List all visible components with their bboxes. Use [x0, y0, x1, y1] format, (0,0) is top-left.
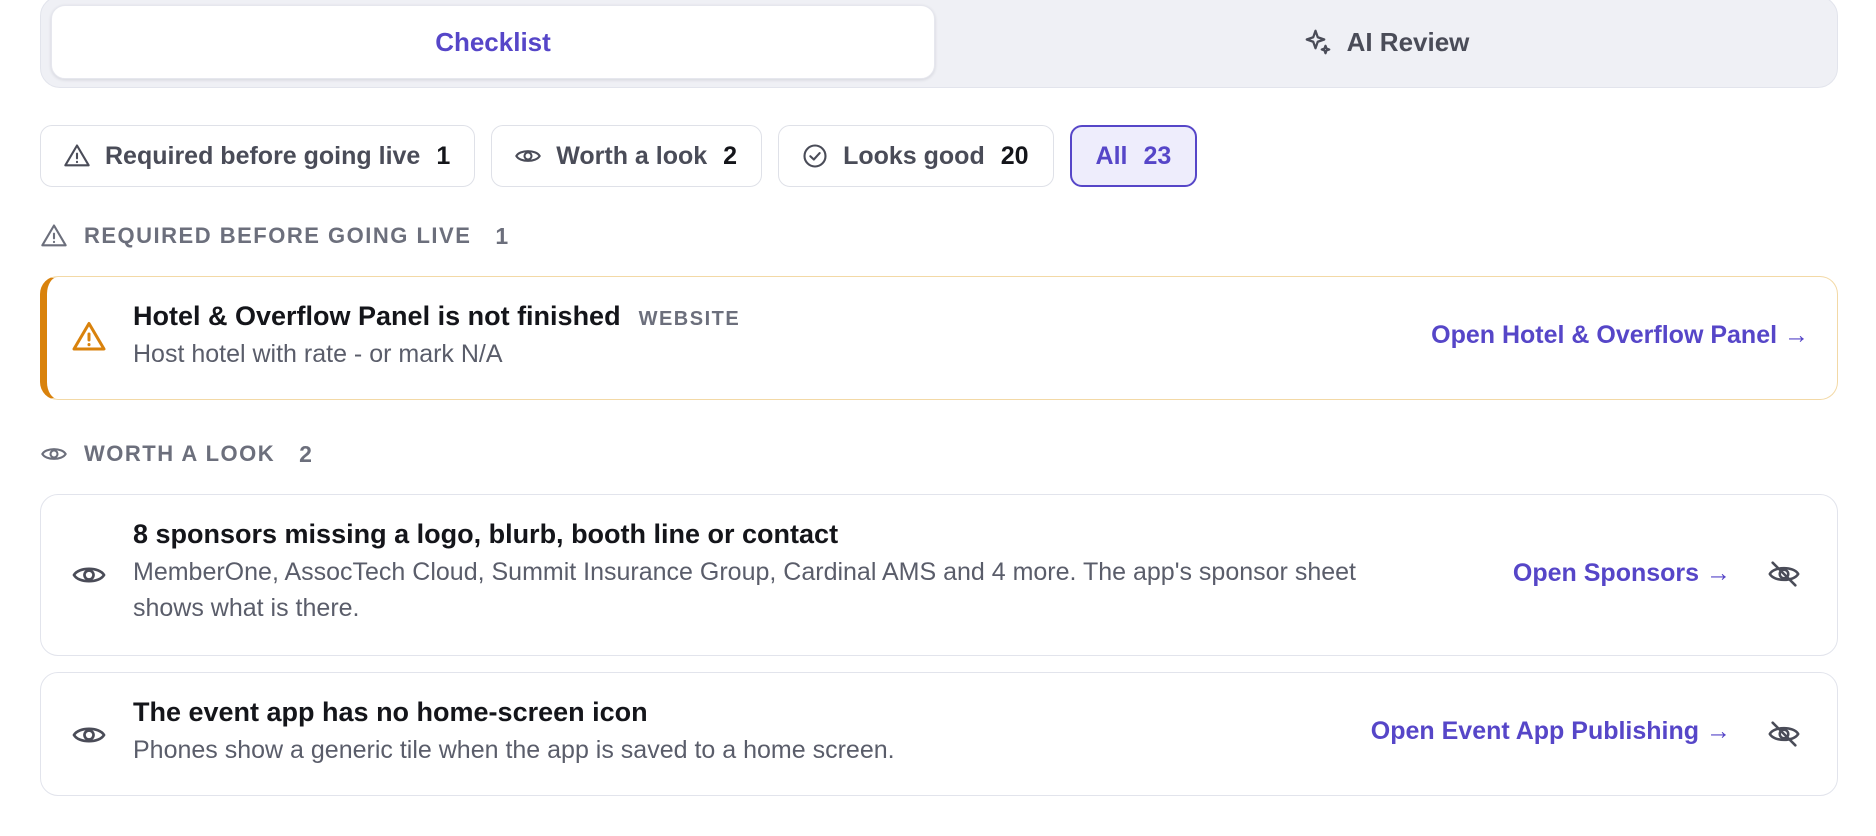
filter-worth-a-look[interactable]: Worth a look 2	[491, 125, 763, 187]
tab-ai-review-label: AI Review	[1346, 26, 1470, 57]
filter-looks-good-count: 20	[1000, 141, 1029, 170]
view-tabs: Checklist AI Review	[40, 0, 1838, 88]
warning-icon	[72, 322, 106, 351]
tab-ai-review[interactable]: AI Review	[945, 5, 1827, 79]
eye-off-icon[interactable]	[1767, 717, 1801, 751]
open-event-app-publishing-link[interactable]: Open Event App Publishing →	[1371, 717, 1731, 746]
filter-worth-a-look-label: Worth a look	[556, 141, 708, 170]
eye-icon	[41, 448, 67, 460]
eye-icon	[515, 150, 542, 162]
warning-icon	[41, 224, 67, 247]
item-description: Host hotel with rate - or mark N/A	[133, 340, 503, 368]
filter-looks-good[interactable]: Looks good 20	[778, 125, 1054, 187]
filter-chips: Required before going live 1 Worth a loo…	[40, 125, 1198, 187]
item-body: 8 sponsors missing a logo, blurb, booth …	[133, 519, 1356, 626]
eye-icon	[72, 727, 106, 743]
filter-all[interactable]: All 23	[1069, 125, 1198, 187]
item-title: Hotel & Overflow Panel is not finished	[133, 301, 621, 331]
section-required-count: 1	[495, 222, 509, 249]
tab-checklist-label: Checklist	[435, 26, 551, 57]
section-required-label: REQUIRED BEFORE GOING LIVE	[84, 223, 472, 248]
checklist-item-hotel: Hotel & Overflow Panel is not finished W…	[40, 276, 1838, 400]
open-hotel-panel-link[interactable]: Open Hotel & Overflow Panel →	[1431, 321, 1809, 350]
warning-icon	[64, 144, 90, 167]
checklist-item-app-icon: The event app has no home-screen icon Ph…	[40, 672, 1838, 796]
item-description-line: MemberOne, AssocTech Cloud, Summit Insur…	[133, 558, 1356, 586]
eye-off-icon[interactable]	[1767, 557, 1801, 591]
item-title: The event app has no home-screen icon	[133, 697, 648, 727]
item-description: MemberOne, AssocTech Cloud, Summit Insur…	[133, 554, 1356, 626]
item-tag: WEBSITE	[638, 308, 741, 330]
item-body: Hotel & Overflow Panel is not finished W…	[133, 301, 740, 372]
filter-required[interactable]: Required before going live 1	[40, 125, 476, 187]
item-description-line: shows what is there.	[133, 594, 360, 622]
open-sponsors-link[interactable]: Open Sponsors →	[1513, 559, 1731, 588]
filter-required-count: 1	[436, 141, 451, 170]
section-header-required: REQUIRED BEFORE GOING LIVE 1	[40, 222, 508, 250]
section-header-worth-a-look: WORTH A LOOK 2	[40, 440, 312, 468]
filter-looks-good-label: Looks good	[843, 141, 985, 170]
check-circle-icon	[803, 144, 827, 168]
filter-worth-a-look-count: 2	[723, 141, 738, 170]
eye-icon	[72, 567, 106, 583]
item-title: 8 sponsors missing a logo, blurb, booth …	[133, 519, 839, 549]
item-description: Phones show a generic tile when the app …	[133, 736, 895, 764]
filter-all-label: All	[1095, 141, 1128, 170]
section-worth-a-look-count: 2	[299, 440, 312, 467]
filter-required-label: Required before going live	[105, 141, 421, 170]
section-worth-a-look-label: WORTH A LOOK	[84, 441, 276, 466]
item-body: The event app has no home-screen icon Ph…	[133, 697, 895, 768]
checklist-item-sponsors: 8 sponsors missing a logo, blurb, booth …	[40, 494, 1838, 656]
tab-checklist[interactable]: Checklist	[51, 5, 935, 79]
sparkle-icon	[1305, 29, 1330, 55]
filter-all-count: 23	[1143, 141, 1172, 170]
